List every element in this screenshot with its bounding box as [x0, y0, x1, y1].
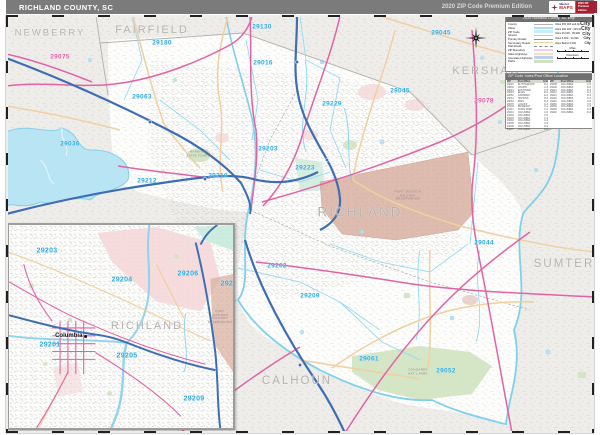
legend-item-swatch [533, 56, 553, 59]
city-size-label: Cities 100,000 - 249,999 [554, 27, 582, 31]
map-frame-tick-bottom [6, 430, 594, 433]
legend-item-swatch [533, 34, 553, 36]
scale-bar-kilometers: Kilometers [555, 54, 591, 60]
city-size-sample: City [583, 35, 591, 40]
legend-city-size-row: Cities Below 5,000 City [555, 41, 591, 46]
inset-svg [9, 225, 233, 428]
city-size-label: Cities 250,000 and Above [554, 23, 581, 27]
legend-item-swatch [533, 48, 553, 52]
city-size-label: Cities 5,000 - 24,999 [554, 37, 579, 41]
city-size-label: Cities 25,000 - 99,999 [554, 32, 580, 36]
legend-item: Parks [508, 59, 553, 63]
map-frame-tick-right [591, 14, 594, 433]
zip-index-table: ZIP Code Index/Post Office Location ZIP P… [505, 73, 593, 131]
legend-panel: 2020 Richland County, SC Map County Water… [505, 15, 593, 72]
scale-bar-line [556, 56, 589, 60]
legend-item-swatch [533, 23, 553, 25]
map-frame-tick-top [6, 14, 594, 17]
grid-ref: D-5 [544, 127, 548, 131]
scale-bar-line [556, 50, 589, 53]
edition-label: 2020 ZIP Code Premium Edition [441, 4, 532, 10]
zip-index-right-group: ZIP Post Office Grid 29208 COLUMBIA C-5 29209 C… [549, 79, 592, 131]
legend-item-label: Parks [508, 59, 516, 64]
zip-index-left-group: ZIP Post Office Grid 29016 BLYTHEWOOD D-2 2903… [506, 79, 549, 131]
city-size-sample: City [584, 40, 591, 45]
post-office: COLUMBIA [560, 111, 574, 115]
brand-badge: 2020 ZIP Premium Edition [576, 1, 597, 13]
legend-item-swatch [533, 59, 553, 63]
title-bar: RICHLAND COUNTY, SC 2020 ZIP Code Premiu… [6, 0, 594, 14]
brand-logo: Market MAPS 2020 ZIP Premium Edition [549, 1, 597, 13]
scale-bar-miles: Miles [555, 47, 591, 53]
post-office: COLUMBIA [517, 127, 531, 131]
grid-ref: D-6 [587, 111, 591, 115]
compass-logo-icon [551, 3, 559, 11]
brand-badge-line-2: Edition [578, 8, 587, 12]
compass-rose-icon [463, 25, 489, 51]
legend-item-swatch [533, 45, 553, 47]
legend-item-swatch [533, 30, 553, 34]
legend-item-swatch [533, 38, 553, 40]
page-title: RICHLAND COUNTY, SC [19, 2, 114, 12]
zip-index-row: 29292 COLUMBIA D-6 [550, 111, 591, 114]
zip-index-row: 29207 COLUMBIA D-5 [507, 128, 548, 131]
legend-item-swatch [533, 26, 553, 30]
legend-item-swatch [533, 42, 553, 44]
city-size-label: Cities Below 5,000 [554, 41, 577, 45]
zip-code: 29292 [550, 111, 557, 115]
map-page: RICHLAND29203292042920629207292012920529… [0, 0, 600, 435]
zip-code: 29207 [507, 127, 514, 131]
brand-logo-mark: Market MAPS [549, 1, 575, 13]
legend-item-swatch [533, 52, 553, 56]
brand-name-bottom: MAPS [559, 5, 573, 11]
legend-scale-bars: Miles Kilometers [555, 47, 591, 60]
legend-items: County Water ZIP Code Streets Primary Roads S… [508, 22, 553, 63]
legend-city-sizes: Cities 250,000 and AboveCityCities 100,0… [554, 22, 591, 46]
inset-map[interactable]: RICHLAND29203292042920629207292012920529… [7, 223, 235, 430]
map-frame-tick-left [5, 14, 8, 433]
